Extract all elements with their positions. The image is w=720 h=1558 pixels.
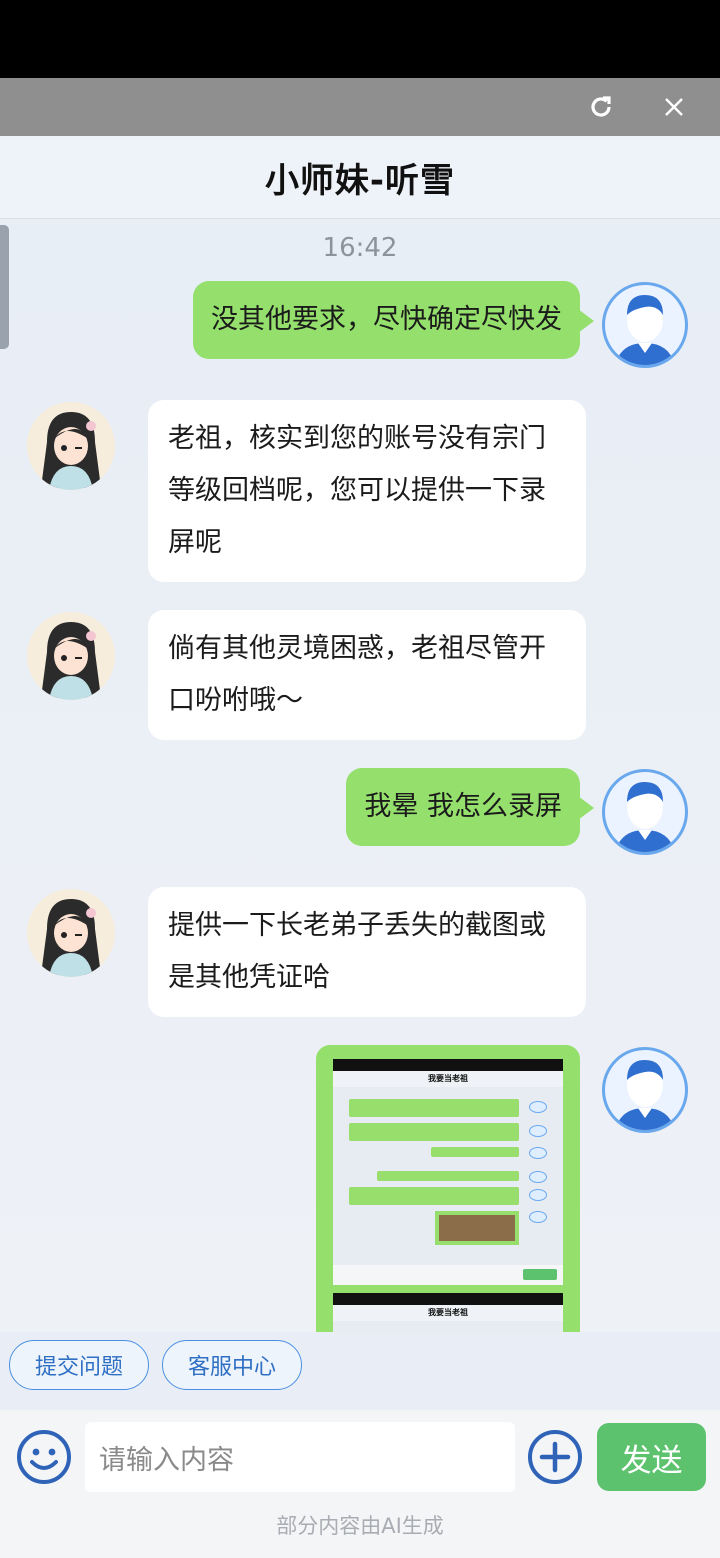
page-title: 小师妹-听雪: [264, 160, 456, 201]
plus-circle-icon[interactable]: [527, 1429, 583, 1485]
message-bubble[interactable]: 我晕 我怎么录屏: [346, 768, 594, 846]
screenshot-thumbnail: 我要当老祖: [333, 1059, 563, 1285]
screenshot-thumbnail: 我要当老祖: [333, 1293, 563, 1332]
refresh-icon[interactable]: [580, 86, 622, 128]
chat-header: 小师妹-听雪: [0, 136, 720, 219]
smiley-icon[interactable]: [16, 1429, 72, 1485]
user-avatar[interactable]: [602, 769, 688, 855]
user-avatar[interactable]: [602, 1047, 688, 1133]
bot-avatar[interactable]: [27, 612, 115, 700]
message-input[interactable]: 请输入内容: [85, 1422, 515, 1492]
message-bubble[interactable]: 提供一下长老弟子丢失的截图或是其他凭证哈: [148, 887, 586, 1017]
browser-toolbar: [0, 78, 720, 136]
screenshot-title: 我要当老祖: [333, 1071, 563, 1087]
bot-avatar[interactable]: [27, 889, 115, 977]
image-message[interactable]: 我要当老祖 我要当老祖: [316, 1045, 580, 1332]
close-icon[interactable]: [653, 86, 695, 128]
message-bubble[interactable]: 没其他要求，尽快确定尽快发: [193, 281, 594, 359]
bot-avatar[interactable]: [27, 402, 115, 490]
customer-service-button[interactable]: 客服中心: [162, 1340, 302, 1390]
user-avatar[interactable]: [602, 282, 688, 368]
send-button[interactable]: 发送: [597, 1423, 706, 1491]
chat-area[interactable]: 16:42 没其他要求，尽快确定尽快发 老祖，核实到您的账号没有宗门等级回档呢，…: [0, 219, 720, 1332]
timestamp: 16:42: [322, 233, 398, 263]
message-bubble[interactable]: 倘有其他灵境困惑，老祖尽管开口吩咐哦～: [148, 610, 586, 740]
submit-question-button[interactable]: 提交问题: [9, 1340, 149, 1390]
message-bubble[interactable]: 老祖，核实到您的账号没有宗门等级回档呢，您可以提供一下录屏呢: [148, 400, 586, 582]
status-bar: [0, 0, 720, 78]
ai-disclaimer: 部分内容由AI生成: [276, 1514, 444, 1538]
